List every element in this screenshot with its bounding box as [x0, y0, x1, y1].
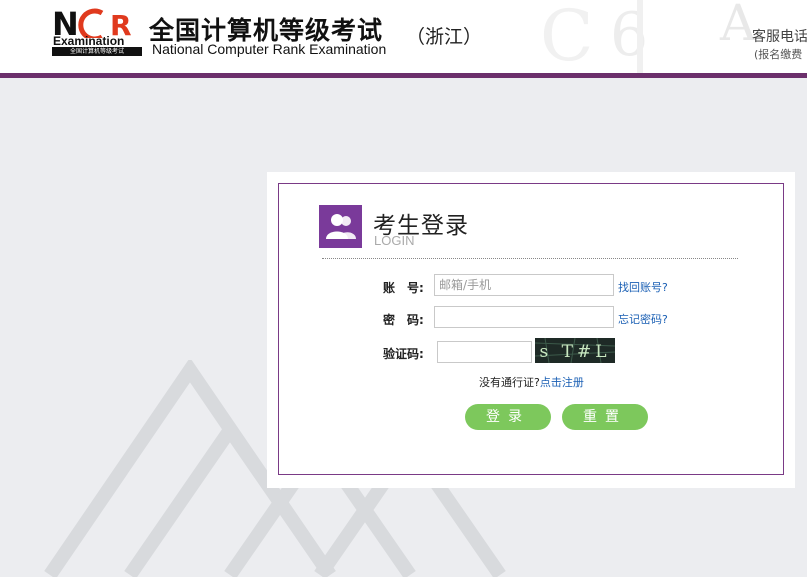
login-subtitle: LOGIN	[374, 233, 415, 248]
login-button[interactable]: 登录	[465, 404, 551, 430]
province-label: （浙江）	[406, 26, 483, 48]
account-label: 账 号:	[383, 281, 424, 295]
forgot-account-link[interactable]: 找回账号?	[618, 279, 668, 295]
site-header: C 6 A N R Examination 全国计算机等级考试 全国计算机等级考…	[0, 0, 807, 73]
password-input[interactable]	[434, 306, 614, 328]
no-pass-text: 没有通行证?	[479, 376, 540, 389]
logo-examination-text: Examination	[53, 34, 125, 48]
site-title-en: National Computer Rank Examination	[152, 41, 387, 57]
service-phone-label: 客服电话	[752, 29, 807, 45]
register-line: 没有通行证?点击注册	[479, 374, 584, 390]
login-divider	[322, 258, 738, 259]
users-icon	[319, 205, 362, 248]
captcha-text: s T#L	[540, 342, 611, 362]
captcha-label: 验证码:	[383, 347, 424, 361]
captcha-input[interactable]	[437, 341, 532, 363]
ncre-logo[interactable]: N R Examination 全国计算机等级考试	[52, 5, 142, 57]
logo-caption: 全国计算机等级考试	[52, 47, 142, 56]
account-input[interactable]	[434, 274, 614, 296]
password-label: 密 码:	[383, 313, 424, 327]
captcha-image[interactable]: s T#L	[535, 338, 615, 363]
register-link[interactable]: 点击注册	[540, 376, 584, 389]
svg-text:C: C	[540, 0, 594, 73]
service-phone-sub: (报名缴费	[754, 48, 803, 61]
header-bottom-bar	[0, 73, 807, 78]
reset-button[interactable]: 重置	[562, 404, 648, 430]
forgot-password-link[interactable]: 忘记密码?	[618, 311, 668, 327]
